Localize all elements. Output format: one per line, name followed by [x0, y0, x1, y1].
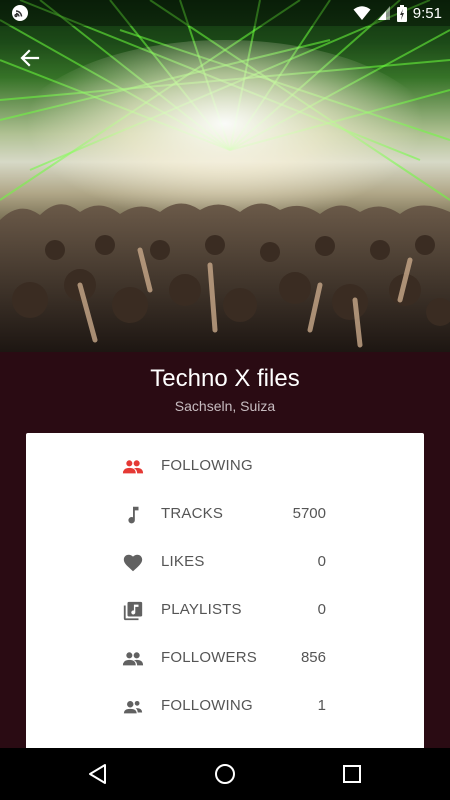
status-icons: 9:51 [353, 4, 442, 22]
concert-image [0, 0, 450, 352]
recents-square-icon[interactable] [340, 762, 364, 786]
stat-row-likes[interactable]: LIKES 0 [26, 538, 424, 586]
stat-row-following-header[interactable]: FOLLOWING [26, 442, 424, 490]
profile-header: Techno X files Sachseln, Suiza [0, 352, 450, 432]
stat-row-followers[interactable]: FOLLOWERS 856 [26, 634, 424, 682]
stat-value: 856 [300, 649, 326, 666]
stat-value: 0 [317, 601, 326, 618]
arrow-back-icon [20, 49, 40, 67]
people-icon [122, 460, 144, 474]
wifi-icon [353, 6, 371, 20]
stat-label: PLAYLISTS [161, 601, 242, 618]
home-circle-icon[interactable] [213, 762, 237, 786]
music-note-icon [128, 506, 139, 524]
stat-value: 0 [317, 553, 326, 570]
stat-label: FOLLOWERS [161, 649, 257, 666]
heart-icon [123, 554, 143, 572]
stat-label: TRACKS [161, 505, 224, 522]
stat-row-playlists[interactable]: PLAYLISTS 0 [26, 586, 424, 634]
cast-icon [12, 5, 28, 21]
header-image [0, 0, 450, 352]
navigation-bar [0, 748, 450, 800]
playlist-icon [123, 601, 143, 621]
person-group-icon [123, 700, 143, 714]
stat-label: FOLLOWING [161, 457, 253, 474]
stat-value: 5700 [292, 505, 326, 522]
profile-name: Techno X files [150, 365, 300, 392]
back-triangle-icon[interactable] [86, 762, 110, 786]
people-icon [122, 652, 144, 666]
status-bar: 9:51 [0, 0, 450, 26]
stat-value: 1 [317, 697, 326, 714]
profile-location: Sachseln, Suiza [174, 398, 276, 414]
stats-card: FOLLOWING TRACKS 5700 LIKES 0 PLAYLISTS [26, 433, 424, 753]
back-button[interactable] [14, 42, 46, 74]
status-time: 9:51 [412, 4, 442, 22]
stat-row-following[interactable]: FOLLOWING 1 [26, 682, 424, 730]
battery-icon [396, 4, 407, 22]
stat-row-tracks[interactable]: TRACKS 5700 [26, 490, 424, 538]
stat-label: LIKES [161, 553, 205, 570]
screen: 9:51 Techno X files Sachseln, Suiza FOLL… [0, 0, 450, 800]
stat-label: FOLLOWING [161, 697, 253, 714]
signal-icon [377, 6, 390, 20]
